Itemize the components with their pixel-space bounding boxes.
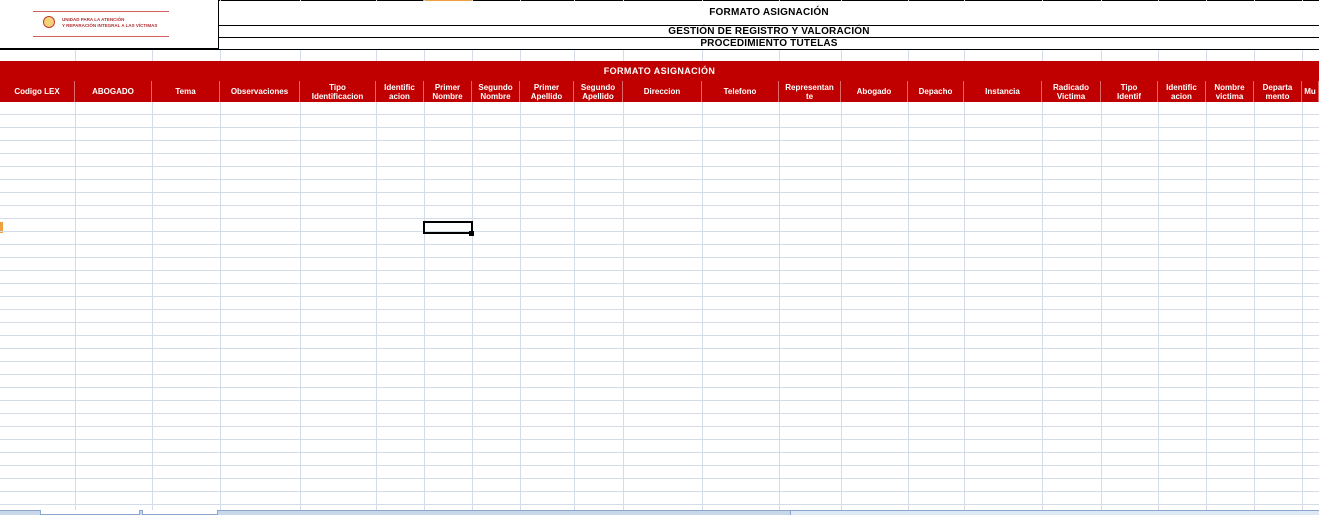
grid-row-line xyxy=(0,465,1319,466)
column-header[interactable]: Direccion xyxy=(623,81,702,102)
logo-bottom-rule xyxy=(33,36,169,37)
grid-row-line xyxy=(0,335,1319,336)
grid-row-line xyxy=(0,244,1319,245)
grid-row-line xyxy=(0,504,1319,505)
column-header[interactable]: Representan te xyxy=(779,81,841,102)
column-header[interactable]: Nombre victima xyxy=(1206,81,1254,102)
column-header[interactable]: Identific acion xyxy=(1158,81,1206,102)
horizontal-scrollbar[interactable] xyxy=(790,511,1319,515)
grid-row-line xyxy=(0,166,1319,167)
grid-row-line xyxy=(0,439,1319,440)
logo-top-rule xyxy=(33,11,169,12)
grid-row-line xyxy=(0,218,1319,219)
grid-row-line xyxy=(0,491,1319,492)
logo-text-line1: UNIDAD PARA LA ATENCIÓN xyxy=(62,17,125,22)
column-header[interactable]: Telefono xyxy=(702,81,779,102)
grid-row-line xyxy=(0,387,1319,388)
selected-cell[interactable] xyxy=(423,221,473,234)
grid-row-line xyxy=(0,478,1319,479)
grid-row-line xyxy=(0,348,1319,349)
column-header[interactable]: ABOGADO xyxy=(75,81,152,102)
grid-row-line xyxy=(0,114,1319,115)
format-banner[interactable]: FORMATO ASIGNACIÓN xyxy=(0,61,1319,81)
grid-row-line xyxy=(0,413,1319,414)
grid-row-line xyxy=(0,452,1319,453)
sheet-tab-active[interactable] xyxy=(40,510,140,515)
grid-row-line xyxy=(0,426,1319,427)
grid-row-line xyxy=(0,127,1319,128)
logo-text-line2: Y REPARACIÓN INTEGRAL A LAS VÍCTIMAS xyxy=(62,23,158,28)
column-header[interactable]: Tipo Identificacion xyxy=(300,81,376,102)
grid-row-line xyxy=(0,179,1319,180)
header-subtitle[interactable]: GESTIÓN DE REGISTRO Y VALORACIÓN xyxy=(219,26,1319,37)
grid-row-line xyxy=(0,205,1319,206)
logo-cell: UNIDAD PARA LA ATENCIÓN Y REPARACIÓN INT… xyxy=(0,0,219,49)
column-header[interactable]: Segundo Nombre xyxy=(472,81,520,102)
grid-row-line xyxy=(0,270,1319,271)
column-header[interactable]: Tema xyxy=(152,81,220,102)
header-bottom-border xyxy=(0,49,1319,50)
header-title[interactable]: FORMATO ASIGNACIÓN xyxy=(219,1,1319,25)
coat-of-arms-icon xyxy=(43,16,55,28)
grid-row-line xyxy=(0,374,1319,375)
grid-row-line xyxy=(0,309,1319,310)
grid-row-line xyxy=(0,192,1319,193)
grid-row-line xyxy=(0,283,1319,284)
column-header[interactable]: Codigo LEX xyxy=(0,81,75,102)
column-header[interactable]: Observaciones xyxy=(220,81,300,102)
grid-row-line xyxy=(0,361,1319,362)
grid-row-line xyxy=(0,140,1319,141)
grid-row-line xyxy=(0,153,1319,154)
column-header[interactable]: Primer Nombre xyxy=(424,81,472,102)
grid-row-line xyxy=(0,257,1319,258)
column-header[interactable]: Depacho xyxy=(908,81,964,102)
spreadsheet-sheet[interactable]: UNIDAD PARA LA ATENCIÓN Y REPARACIÓN INT… xyxy=(0,0,1319,510)
column-header[interactable]: Instancia xyxy=(964,81,1042,102)
column-header[interactable]: Mu xyxy=(1302,81,1319,102)
column-header[interactable]: Radicado Victima xyxy=(1042,81,1101,102)
grid-row-line xyxy=(0,231,1319,232)
grid-row-line xyxy=(0,400,1319,401)
column-header[interactable]: Tipo Identif xyxy=(1101,81,1158,102)
sheet-tab[interactable] xyxy=(142,510,218,515)
fill-handle[interactable] xyxy=(469,231,474,236)
column-header[interactable]: Primer Apellido xyxy=(520,81,574,102)
column-header[interactable]: Abogado xyxy=(841,81,908,102)
grid-row-line xyxy=(0,296,1319,297)
grid-row-line xyxy=(0,322,1319,323)
column-header[interactable]: Identific acion xyxy=(376,81,424,102)
header-procedure[interactable]: PROCEDIMIENTO TUTELAS xyxy=(219,38,1319,49)
column-header[interactable]: Segundo Apellido xyxy=(574,81,623,102)
column-header[interactable]: Departa mento xyxy=(1254,81,1302,102)
